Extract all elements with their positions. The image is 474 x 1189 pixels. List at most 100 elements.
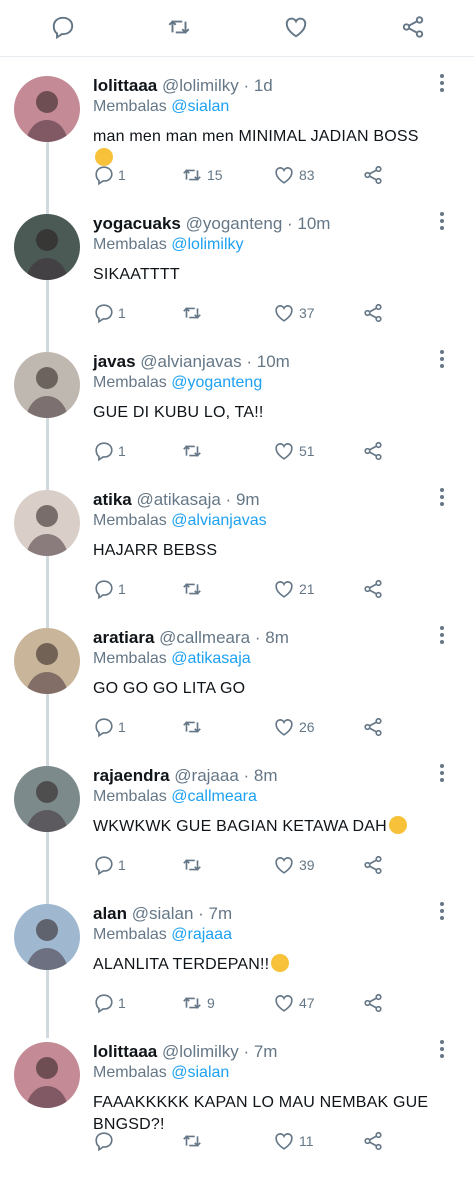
reply-context: Membalas @callmeara <box>93 788 257 806</box>
timestamp: 8m <box>253 766 278 785</box>
avatar[interactable] <box>14 76 80 142</box>
tweet[interactable]: javas @alvianjavas · 10m Membalas @yogant… <box>0 340 474 478</box>
reply-count: 1 <box>118 305 126 321</box>
display-name[interactable]: rajaendra <box>93 766 170 785</box>
more-options-icon[interactable] <box>438 626 446 646</box>
retweet-icon[interactable]: 9 <box>180 992 215 1014</box>
like-icon[interactable]: 39 <box>272 854 315 876</box>
handle[interactable]: @callmeara <box>154 628 250 647</box>
tweet-text: SIKAATTTT <box>93 264 433 286</box>
reply-mention[interactable]: @yoganteng <box>171 374 262 391</box>
reply-count: 1 <box>118 719 126 735</box>
reply-mention[interactable]: @atikasaja <box>171 650 250 667</box>
heart-eyes-emoji-icon <box>271 954 290 972</box>
avatar[interactable] <box>14 904 80 970</box>
display-name[interactable]: lolittaaa <box>93 76 157 95</box>
more-options-icon[interactable] <box>438 212 446 232</box>
handle[interactable]: @lolimilky <box>157 1042 239 1061</box>
share-icon[interactable] <box>362 1130 384 1152</box>
reply-mention[interactable]: @lolimilky <box>171 236 243 253</box>
like-icon[interactable]: 37 <box>272 302 315 324</box>
more-options-icon[interactable] <box>438 902 446 922</box>
retweet-icon[interactable] <box>165 14 193 40</box>
retweet-icon[interactable]: 15 <box>180 164 223 186</box>
avatar[interactable] <box>14 214 80 280</box>
reply-mention[interactable]: @sialan <box>171 1064 229 1081</box>
separator-dot: · <box>220 490 236 509</box>
like-icon[interactable] <box>282 14 310 40</box>
reply-mention[interactable]: @rajaaa <box>171 926 232 943</box>
tweet[interactable]: rajaendra @rajaaa · 8m Membalas @callmear… <box>0 754 474 892</box>
reply-icon[interactable]: 1 <box>93 854 126 876</box>
like-icon[interactable]: 51 <box>272 440 315 462</box>
tweet[interactable]: yogacuaks @yoganteng · 10m Membalas @loli… <box>0 202 474 340</box>
more-options-icon[interactable] <box>438 764 446 784</box>
reply-context: Membalas @sialan <box>93 1064 229 1082</box>
like-icon[interactable]: 83 <box>272 164 315 186</box>
reply-icon[interactable] <box>93 1130 115 1152</box>
retweet-icon[interactable] <box>180 854 204 876</box>
reply-mention[interactable]: @callmeara <box>171 788 257 805</box>
more-options-icon[interactable] <box>438 350 446 370</box>
reply-icon[interactable]: 1 <box>93 716 126 738</box>
share-icon[interactable] <box>362 578 384 600</box>
like-icon[interactable]: 21 <box>272 578 315 600</box>
like-icon[interactable]: 11 <box>272 1130 314 1152</box>
timestamp: 1d <box>253 76 273 95</box>
avatar[interactable] <box>14 766 80 832</box>
reply-icon[interactable]: 1 <box>93 578 126 600</box>
handle[interactable]: @rajaaa <box>170 766 239 785</box>
avatar[interactable] <box>14 628 80 694</box>
handle[interactable]: @sialan <box>127 904 194 923</box>
tweet[interactable]: lolittaaa @lolimilky · 1d Membalas @siala… <box>0 64 474 202</box>
more-options-icon[interactable] <box>438 488 446 508</box>
reply-icon[interactable]: 1 <box>93 992 126 1014</box>
avatar[interactable] <box>14 352 80 418</box>
handle[interactable]: @lolimilky <box>157 76 239 95</box>
display-name[interactable]: atika <box>93 490 132 509</box>
timestamp: 9m <box>235 490 260 509</box>
avatar[interactable] <box>14 1042 80 1108</box>
retweet-count: 15 <box>207 167 223 183</box>
share-icon[interactable] <box>362 440 384 462</box>
reply-context: Membalas @sialan <box>93 98 229 116</box>
reply-context: Membalas @rajaaa <box>93 926 232 944</box>
tweet[interactable]: aratiara @callmeara · 8m Membalas @atikas… <box>0 616 474 754</box>
share-icon[interactable] <box>362 854 384 876</box>
reply-icon[interactable]: 1 <box>93 302 126 324</box>
handle[interactable]: @alvianjavas <box>136 352 241 371</box>
more-options-icon[interactable] <box>438 74 446 94</box>
share-icon[interactable] <box>362 164 384 186</box>
display-name[interactable]: aratiara <box>93 628 154 647</box>
tweet[interactable]: atika @atikasaja · 9m Membalas @alvianjav… <box>0 478 474 616</box>
laugh-emoji-icon <box>388 816 407 834</box>
more-options-icon[interactable] <box>438 1040 446 1060</box>
reply-icon[interactable]: 1 <box>93 440 126 462</box>
like-icon[interactable]: 26 <box>272 716 315 738</box>
avatar[interactable] <box>14 490 80 556</box>
share-icon[interactable] <box>362 992 384 1014</box>
display-name[interactable]: lolittaaa <box>93 1042 157 1061</box>
display-name[interactable]: javas <box>93 352 136 371</box>
reply-mention[interactable]: @alvianjavas <box>171 512 266 529</box>
reply-icon[interactable]: 1 <box>93 164 126 186</box>
tweet[interactable]: alan @sialan · 7m Membalas @rajaaa ALANLIT… <box>0 892 474 1030</box>
like-icon[interactable]: 47 <box>272 992 315 1014</box>
handle[interactable]: @atikasaja <box>132 490 220 509</box>
retweet-icon[interactable] <box>180 578 204 600</box>
retweet-icon[interactable] <box>180 302 204 324</box>
reply-icon[interactable] <box>50 14 76 40</box>
retweet-icon[interactable] <box>180 716 204 738</box>
reply-mention[interactable]: @sialan <box>171 98 229 115</box>
share-icon[interactable] <box>362 302 384 324</box>
share-icon[interactable] <box>400 14 426 40</box>
retweet-icon[interactable] <box>180 440 204 462</box>
display-name[interactable]: yogacuaks <box>93 214 181 233</box>
share-icon[interactable] <box>362 716 384 738</box>
handle[interactable]: @yoganteng <box>181 214 283 233</box>
like-count: 11 <box>299 1133 314 1149</box>
display-name[interactable]: alan <box>93 904 127 923</box>
retweet-icon[interactable] <box>180 1130 204 1152</box>
tweet[interactable]: lolittaaa @lolimilky · 7m Membalas @siala… <box>0 1030 474 1168</box>
reply-context: Membalas @alvianjavas <box>93 512 267 530</box>
